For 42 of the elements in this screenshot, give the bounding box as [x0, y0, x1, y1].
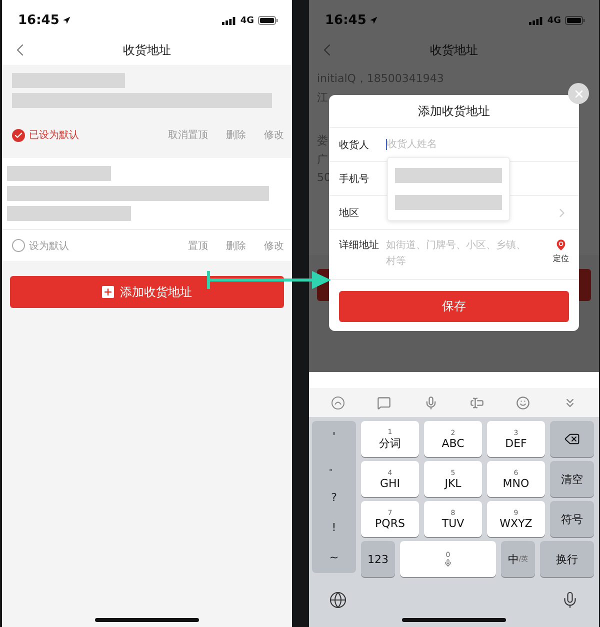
- location-arrow-icon: [369, 16, 378, 25]
- page-title: 收货地址: [430, 42, 478, 58]
- function-key[interactable]: 符号: [550, 501, 594, 537]
- punctuation-key[interactable]: 。: [312, 451, 356, 482]
- network-label: 4G: [240, 16, 254, 26]
- numbers-key[interactable]: 123: [361, 541, 395, 577]
- battery-icon: [565, 16, 585, 25]
- network-label: 4G: [547, 16, 561, 26]
- add-address-button[interactable]: 添加收货地址: [10, 276, 284, 308]
- field-label: 地区: [339, 206, 360, 220]
- status-time: 16:45: [325, 13, 378, 28]
- field-label: 收货人: [339, 138, 370, 152]
- input-field[interactable]: 收货人姓名: [386, 139, 569, 150]
- locate-button[interactable]: 定位: [553, 238, 569, 264]
- text-cursor-icon[interactable]: [470, 396, 484, 410]
- punctuation-key[interactable]: !: [312, 512, 356, 543]
- status-time: 16:45: [18, 13, 72, 28]
- punctuation-key[interactable]: ~: [312, 542, 356, 574]
- return-key[interactable]: 换行: [540, 541, 594, 577]
- smile-icon[interactable]: [516, 396, 530, 410]
- field-label: 详细地址: [339, 238, 380, 252]
- ime-logo-icon[interactable]: [331, 396, 346, 410]
- microphone-icon: [444, 559, 452, 567]
- set-default-toggle[interactable]: 已设为默认: [12, 128, 79, 142]
- field-label: 手机号: [339, 172, 370, 186]
- save-button[interactable]: 保存: [339, 291, 569, 322]
- location-arrow-icon: [62, 16, 72, 25]
- microphone-icon[interactable]: [561, 591, 579, 609]
- globe-icon[interactable]: [329, 591, 347, 609]
- message-icon[interactable]: [377, 396, 392, 410]
- backspace-icon: [564, 431, 580, 447]
- close-icon: [572, 88, 584, 100]
- page-title: 收货地址: [123, 42, 171, 58]
- signal-icon: [222, 16, 236, 24]
- map-pin-icon: [554, 238, 568, 252]
- backspace-key[interactable]: [550, 421, 594, 457]
- plus-icon: [102, 286, 114, 298]
- punctuation-key[interactable]: ': [312, 421, 356, 452]
- battery-icon: [258, 16, 278, 25]
- signal-icon: [529, 16, 544, 24]
- punctuation-key[interactable]: ?: [312, 482, 356, 512]
- function-key[interactable]: 清空: [550, 461, 594, 497]
